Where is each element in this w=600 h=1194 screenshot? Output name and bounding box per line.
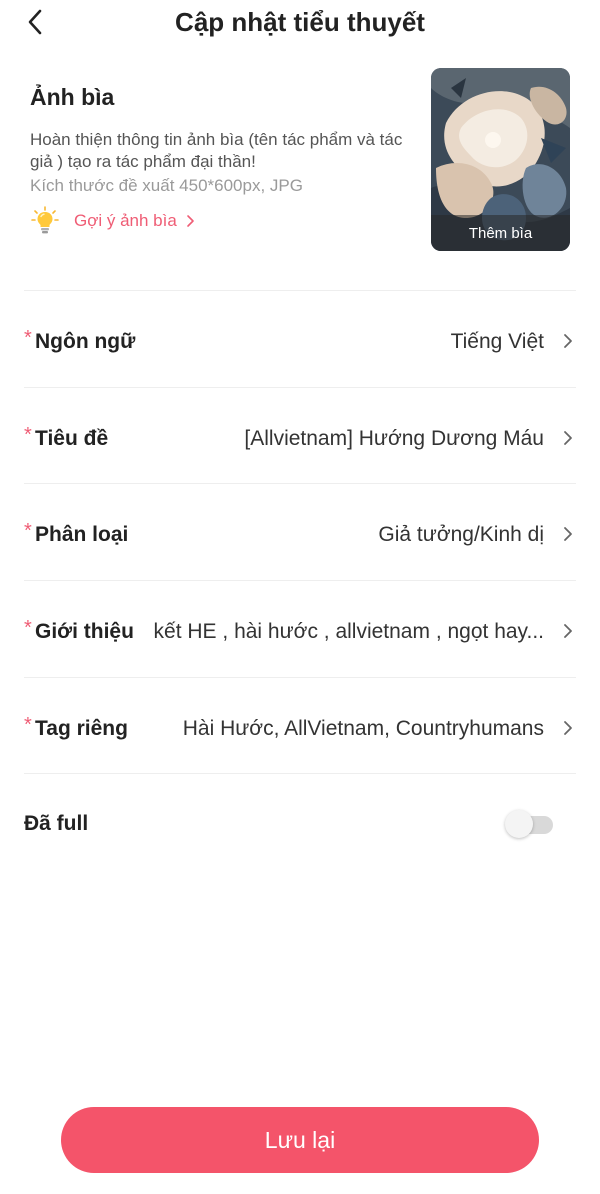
category-value: Giả tưởng/Kinh dị [378,523,544,546]
divider [24,677,576,678]
header: Cập nhật tiểu thuyết [0,0,600,46]
cover-tip-label: Gợi ý ảnh bìa [74,211,177,230]
intro-row[interactable]: * Giới thiệu kết HE , hài hước , allviet… [24,584,576,680]
completed-row: Đã full [24,776,576,872]
chevron-right-icon [564,527,572,541]
cover-image[interactable]: Thêm bìa [431,68,570,251]
add-cover-button[interactable]: Thêm bìa [431,215,570,251]
completed-toggle[interactable] [505,810,555,838]
chevron-right-icon [564,431,572,445]
divider [24,290,576,291]
lightbulb-icon [31,206,59,234]
chevron-right-icon [564,334,572,348]
intro-label: Giới thiệu [35,620,134,643]
required-mark: * [24,714,32,736]
cover-heading: Ảnh bìa [30,84,115,110]
title-row[interactable]: * Tiêu đề [Allvietnam] Hướng Dương Máu [24,391,576,487]
divider [24,387,576,388]
chevron-right-icon [564,721,572,735]
tags-row[interactable]: * Tag riêng Hài Hước, AllVietnam, Countr… [24,681,576,777]
cover-description: Hoàn thiện thông tin ảnh bìa (tên tác ph… [30,130,403,171]
tags-value: Hài Hước, AllVietnam, Countryhumans [182,717,544,740]
divider [24,580,576,581]
title-value: [Allvietnam] Hướng Dương Máu [244,427,544,450]
chevron-right-icon [564,624,572,638]
language-value: Tiếng Việt [450,330,544,353]
title-label: Tiêu đề [35,427,109,450]
intro-value: kết HE , hài hước , allvietnam , ngọt ha… [153,620,544,643]
page-title: Cập nhật tiểu thuyết [175,7,425,37]
divider [24,483,576,484]
required-mark: * [24,327,32,349]
language-label: Ngôn ngữ [35,330,136,353]
category-row[interactable]: * Phân loại Giả tưởng/Kinh dị [24,487,576,583]
tags-label: Tag riêng [35,717,128,740]
cover-size-hint: Kích thước đề xuất 450*600px, JPG [30,176,303,195]
category-label: Phân loại [35,523,129,546]
required-mark: * [24,520,32,542]
save-button[interactable]: Lưu lại [61,1107,539,1173]
required-mark: * [24,617,32,639]
required-mark: * [24,424,32,446]
cover-section: Ảnh bìa Hoàn thiện thông tin ảnh bìa (tê… [0,60,600,260]
language-row[interactable]: * Ngôn ngữ Tiếng Việt [24,294,576,390]
chevron-right-icon [187,215,194,227]
divider [24,773,576,774]
toggle-knob [505,810,533,838]
cover-tip-link[interactable]: Gợi ý ảnh bìa [30,206,195,236]
completed-label: Đã full [24,812,89,835]
